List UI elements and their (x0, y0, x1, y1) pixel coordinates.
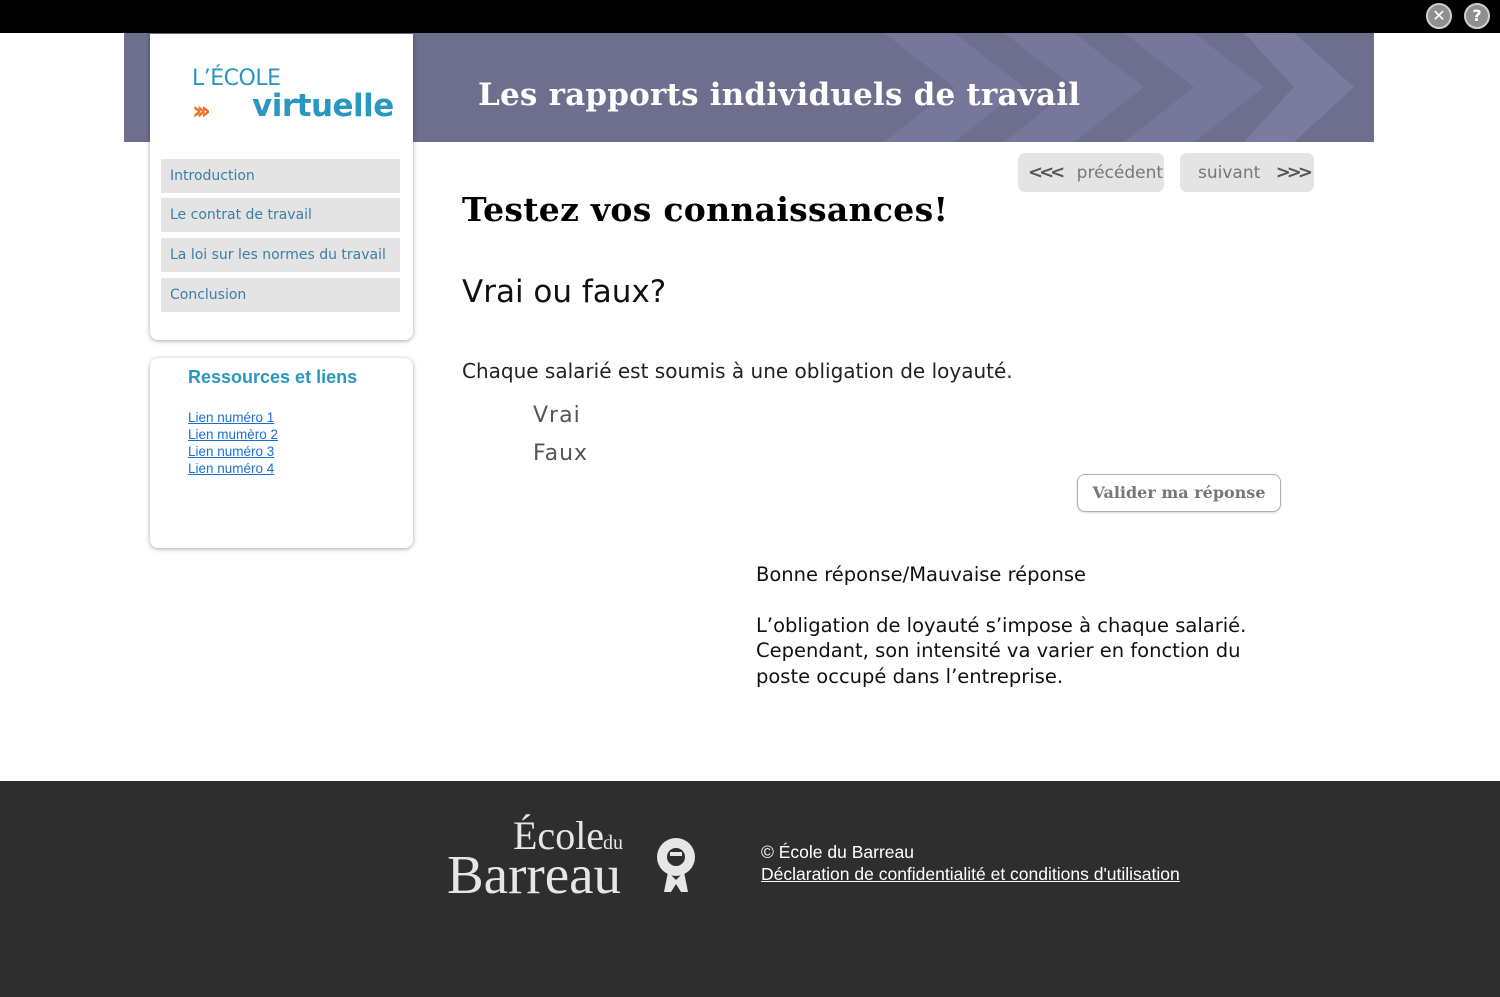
footer-copyright: © École du Barreau (761, 842, 914, 862)
quiz-subheading: Vrai ou faux? (462, 274, 667, 310)
resource-link-4[interactable]: Lien numéro 4 (188, 460, 274, 477)
quiz-question: Chaque salarié est soumis à une obligati… (462, 359, 1013, 383)
sidebar-item-contrat-de-travail[interactable]: Le contrat de travail (161, 198, 400, 232)
sidebar-item-loi-normes-travail[interactable]: La loi sur les normes du travail (161, 238, 400, 272)
feedback-panel: Bonne réponse/Mauvaise réponse L’obligat… (756, 562, 1276, 689)
privacy-link[interactable]: Déclaration de confidentialité et condit… (761, 864, 1180, 885)
previous-button[interactable]: <<< précédent (1018, 153, 1164, 192)
sidebar-item-introduction[interactable]: Introduction (161, 159, 400, 193)
previous-label: précédent (1076, 163, 1164, 183)
footer-logo-barreau: Barreau (447, 844, 622, 905)
close-icon[interactable]: ✕ (1426, 3, 1452, 29)
resources-title: Ressources et liens (188, 367, 358, 387)
next-label: suivant (1198, 163, 1261, 183)
option-vrai[interactable]: Vrai (533, 403, 581, 428)
resource-link-1[interactable]: Lien numéro 1 (188, 409, 274, 426)
quiz-heading: Testez vos connaissances! (462, 190, 949, 229)
validate-answer-button[interactable]: Valider ma réponse (1077, 474, 1281, 512)
footer (0, 781, 1500, 997)
feedback-result: Bonne réponse/Mauvaise réponse (756, 563, 1087, 586)
resource-link-2[interactable]: Lien mumèro 2 (188, 426, 278, 443)
option-faux[interactable]: Faux (533, 441, 588, 466)
chevrons-right-icon: >>> (1275, 162, 1313, 183)
feedback-explanation: L’obligation de loyauté s’impose à chaqu… (756, 613, 1247, 688)
logo-arrows-icon: ››› (192, 96, 211, 125)
barreau-emblem-icon (657, 838, 695, 892)
resource-link-3[interactable]: Lien numéro 3 (188, 443, 274, 460)
page-title: Les rapports individuels de travail (478, 77, 1081, 113)
sidebar-item-conclusion[interactable]: Conclusion (161, 278, 400, 312)
help-icon[interactable]: ? (1464, 3, 1490, 29)
logo-text-virtuelle: virtuelle (252, 88, 394, 124)
top-bar (0, 0, 1500, 33)
chevrons-left-icon: <<< (1028, 162, 1065, 183)
next-button[interactable]: suivant >>> (1180, 153, 1314, 192)
